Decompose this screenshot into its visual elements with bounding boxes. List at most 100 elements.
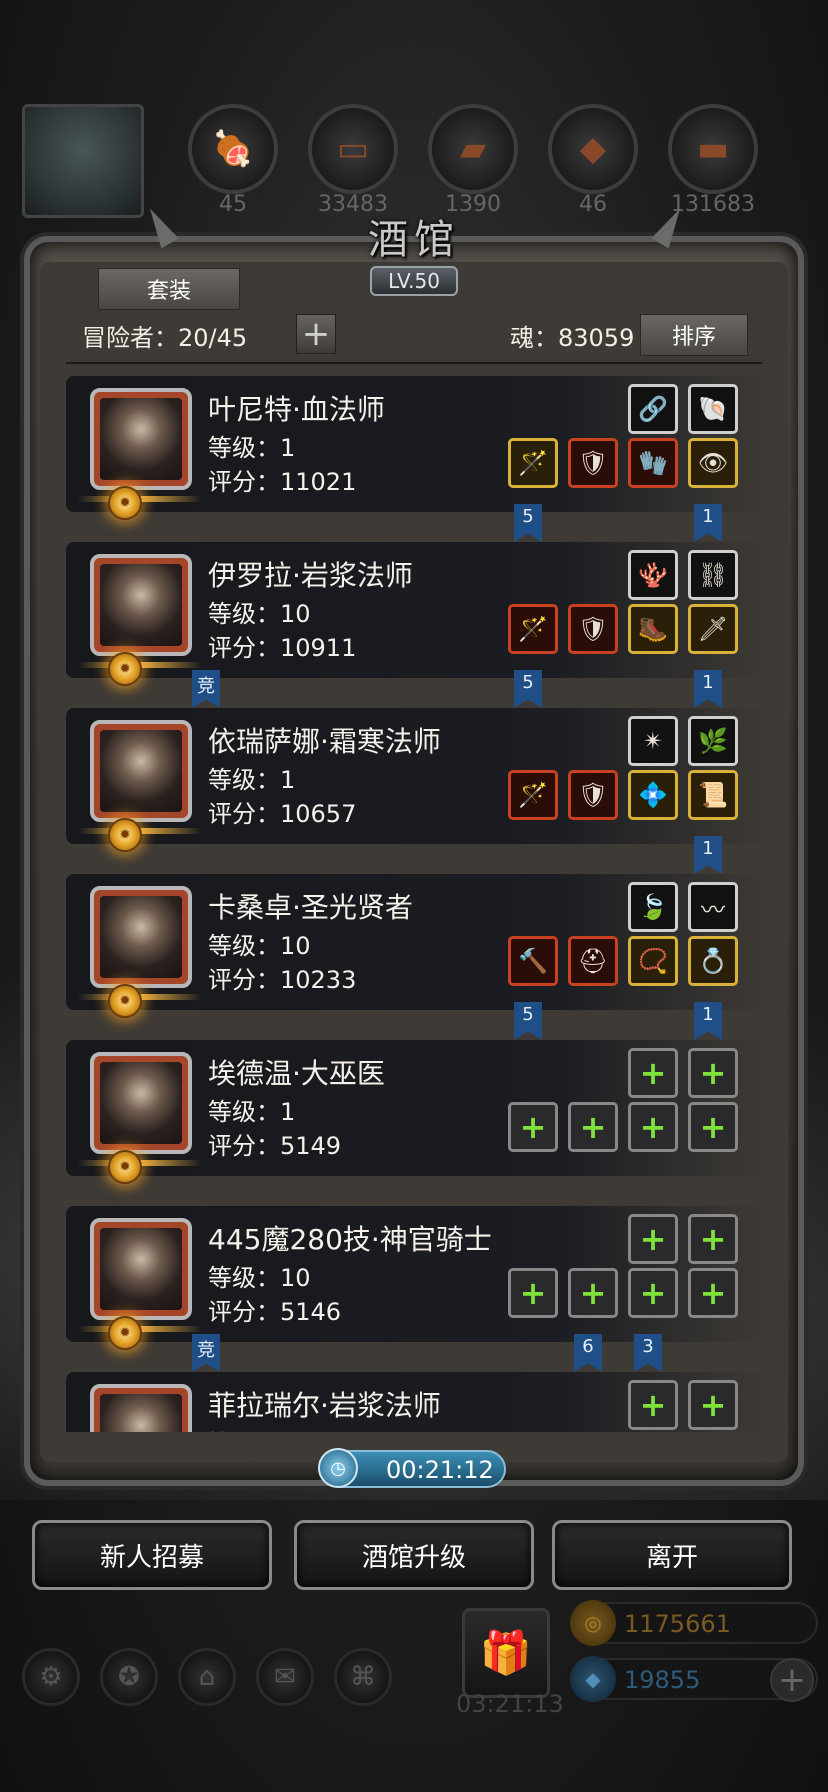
add-icon: + xyxy=(639,1386,667,1424)
hero-score: 评分：10657 xyxy=(208,800,357,828)
hero-name: 菲拉瑞尔·岩浆法师 xyxy=(208,1389,441,1422)
add-icon: + xyxy=(699,1220,727,1258)
hero-portrait[interactable] xyxy=(90,388,192,490)
empty-equipment-slot[interactable]: + xyxy=(628,1380,678,1430)
hero-level: 等级：10 xyxy=(208,1264,311,1292)
eye-icon: 👁 xyxy=(697,449,729,477)
equipment-slot[interactable]: 🪄 xyxy=(508,438,558,488)
gold-value: 1175661 xyxy=(624,1610,731,1638)
hero-card[interactable]: ✹ 445魔280技·神官骑士 等级：10 评分：5146 + + + + + + 竞 6 3 xyxy=(66,1206,766,1372)
hero-score: 评分：5146 xyxy=(208,1298,342,1326)
leave-button[interactable]: 离开 xyxy=(552,1520,792,1590)
hero-list[interactable]: ✹ 叶尼特·血法师 等级：1 评分：11021 🔗 🐚 🪄 🛡 🧤 👁 5 1 ✹ 伊罗拉·岩浆法师 等级：… xyxy=(66,376,766,1432)
gauntlet-icon: 🧤 xyxy=(638,449,668,477)
gold-counter: ◎ 1175661 xyxy=(570,1600,818,1646)
equipment-slot[interactable]: 🪄 xyxy=(508,604,558,654)
equipment-slot[interactable]: 🛡 xyxy=(568,604,618,654)
empty-equipment-slot[interactable]: + xyxy=(628,1214,678,1264)
empty-equipment-slot[interactable]: + xyxy=(688,1102,738,1152)
meat-icon: 🍖 xyxy=(188,104,278,194)
suit-button[interactable]: 套装 xyxy=(98,268,240,310)
necklace-icon: 🔗 xyxy=(638,395,668,423)
hero-face xyxy=(100,1394,182,1432)
empty-equipment-slot[interactable]: + xyxy=(688,1214,738,1264)
leaf-charm-icon: 🌿 xyxy=(698,727,728,755)
equipment-slot[interactable]: 💍 xyxy=(688,936,738,986)
staff-icon: 🪄 xyxy=(518,615,548,643)
hero-portrait[interactable] xyxy=(90,554,192,656)
empty-equipment-slot[interactable]: + xyxy=(568,1102,618,1152)
ring-icon: 💍 xyxy=(698,947,728,975)
mail-icon: ✉ xyxy=(256,1648,314,1706)
hero-score: 评分：10911 xyxy=(208,634,357,662)
add-slot-button[interactable]: + xyxy=(296,314,336,354)
equipment-slot[interactable]: 📿 xyxy=(628,936,678,986)
armor-icon: 🛡 xyxy=(577,449,609,477)
hero-name: 依瑞萨娜·霜寒法师 xyxy=(208,725,441,758)
hero-portrait[interactable] xyxy=(90,1218,192,1320)
hero-level: 等级：1 xyxy=(208,766,296,794)
hero-portrait[interactable] xyxy=(90,886,192,988)
equipment-slot[interactable]: 📜 xyxy=(688,770,738,820)
equipment-slot[interactable]: 🗡 xyxy=(688,604,738,654)
equipment-slot[interactable]: 🍃 xyxy=(628,882,678,932)
empty-equipment-slot[interactable]: + xyxy=(508,1268,558,1318)
upgrade-tavern-button[interactable]: 酒馆升级 xyxy=(294,1520,534,1590)
equipment-slot[interactable]: 🪸 xyxy=(628,550,678,600)
equipment-slot[interactable]: 🪄 xyxy=(508,770,558,820)
add-icon: + xyxy=(699,1274,727,1312)
boot-icon: 🥾 xyxy=(638,615,668,643)
chain-icon: ⛓ xyxy=(697,561,729,589)
hero-name: 叶尼特·血法师 xyxy=(208,393,385,426)
empty-equipment-slot[interactable]: + xyxy=(688,1268,738,1318)
equipment-slot[interactable]: 🛡 xyxy=(568,770,618,820)
empty-equipment-slot[interactable]: + xyxy=(568,1268,618,1318)
hero-portrait[interactable] xyxy=(90,1384,192,1432)
equipment-slot[interactable]: ⛓ xyxy=(688,550,738,600)
hero-name: 伊罗拉·岩浆法师 xyxy=(208,559,413,592)
conch-icon: 🐚 xyxy=(698,395,728,423)
hero-face xyxy=(100,398,182,480)
rank-emblem-icon: ✹ xyxy=(108,818,142,852)
equipment-slot[interactable]: 〰 xyxy=(688,882,738,932)
empty-equipment-slot[interactable]: + xyxy=(508,1102,558,1152)
empty-equipment-slot[interactable]: + xyxy=(628,1102,678,1152)
equipment-slot[interactable]: 🥾 xyxy=(628,604,678,654)
equipment-slot[interactable]: 💠 xyxy=(628,770,678,820)
equipment-slot[interactable]: 🔗 xyxy=(628,384,678,434)
recruit-button[interactable]: 新人招募 xyxy=(32,1520,272,1590)
hero-card[interactable]: ✹ 卡桑卓·圣光贤者 等级：10 评分：10233 🍃 〰 🔨 ⛑ 📿 💍 5 1 xyxy=(66,874,766,1040)
equipment-slot[interactable]: ✴ xyxy=(628,716,678,766)
hero-card[interactable]: ✹ 叶尼特·血法师 等级：1 评分：11021 🔗 🐚 🪄 🛡 🧤 👁 5 1 xyxy=(66,376,766,542)
empty-equipment-slot[interactable]: + xyxy=(688,1380,738,1430)
rank-emblem-icon: ✹ xyxy=(108,1150,142,1184)
equipment-slot[interactable]: 🛡 xyxy=(568,438,618,488)
hero-face xyxy=(100,1228,182,1310)
empty-equipment-slot[interactable]: + xyxy=(688,1048,738,1098)
level-tag: 1 xyxy=(694,836,722,874)
equipment-slot[interactable]: 🔨 xyxy=(508,936,558,986)
hero-level: 等级：1 xyxy=(208,1098,296,1126)
equipment-slot[interactable]: 🧤 xyxy=(628,438,678,488)
add-icon: + xyxy=(639,1054,667,1092)
empty-equipment-slot[interactable]: + xyxy=(628,1268,678,1318)
equipment-slot[interactable]: ⛑ xyxy=(568,936,618,986)
hero-portrait[interactable] xyxy=(90,1052,192,1154)
hero-card[interactable]: ✹ 依瑞萨娜·霜寒法师等级：1 评分：10657 ✴ 🌿 🪄 🛡 💠 📜 1 xyxy=(66,708,766,874)
equipment-slot[interactable]: 👁 xyxy=(688,438,738,488)
equipment-slot[interactable]: 🐚 xyxy=(688,384,738,434)
sort-button[interactable]: 排序 xyxy=(640,314,748,356)
gem-icon: 💠 xyxy=(638,781,668,809)
hero-level: 等级：1 xyxy=(208,434,296,462)
hero-card[interactable]: ✹菲拉瑞尔·岩浆法师等级：++ xyxy=(66,1372,766,1432)
level-tag: 5 xyxy=(514,1002,542,1040)
hero-card[interactable]: ✹ 伊罗拉·岩浆法师 等级：10 评分：10911 🪸 ⛓ 🪄 🛡 🥾 🗡 竞 5 1 xyxy=(66,542,766,708)
add-icon: + xyxy=(519,1108,547,1146)
equipment-slot[interactable]: 🌿 xyxy=(688,716,738,766)
hero-portrait[interactable] xyxy=(90,720,192,822)
hero-face xyxy=(100,1062,182,1144)
hero-name: 卡桑卓·圣光贤者 xyxy=(208,891,413,924)
hero-card[interactable]: ✹ 埃德温·大巫医 等级：1 评分：5149 + + + + + + xyxy=(66,1040,766,1184)
empty-equipment-slot[interactable]: + xyxy=(628,1048,678,1098)
staff-icon: 🪄 xyxy=(518,449,548,477)
